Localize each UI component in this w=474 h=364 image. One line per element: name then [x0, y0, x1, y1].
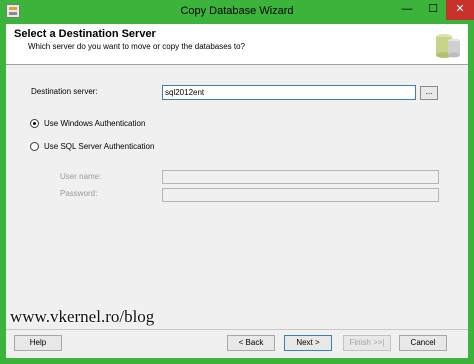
help-button[interactable]: Help: [14, 335, 62, 351]
back-button[interactable]: < Back: [227, 335, 275, 351]
next-button[interactable]: Next >: [284, 335, 332, 351]
password-label: Password:: [60, 189, 98, 198]
destination-server-input[interactable]: sql2012ent: [162, 85, 416, 100]
username-input[interactable]: [162, 170, 439, 184]
page-title: Select a Destination Server: [14, 28, 156, 40]
password-input[interactable]: [162, 188, 439, 202]
username-label: User name:: [60, 172, 102, 181]
footer-divider: [6, 329, 468, 330]
wizard-window: Copy Database Wizard — ☐ ✕ Select a Dest…: [0, 0, 474, 364]
minimize-button[interactable]: —: [394, 0, 420, 20]
cancel-button[interactable]: Cancel: [399, 335, 447, 351]
sql-auth-radio[interactable]: [30, 142, 39, 151]
windows-auth-radio[interactable]: [30, 119, 39, 128]
destination-server-label: Destination server:: [31, 87, 98, 96]
blog-watermark: www.vkernel.ro/blog: [10, 307, 155, 326]
database-cylinders-icon: [432, 27, 462, 61]
close-button[interactable]: ✕: [446, 0, 474, 20]
finish-button[interactable]: Finish >>|: [343, 335, 391, 351]
browse-servers-button[interactable]: ...: [420, 86, 438, 100]
page-header: Select a Destination Server Which server…: [6, 24, 468, 65]
title-bar[interactable]: Copy Database Wizard — ☐ ✕: [0, 0, 474, 24]
page-subtitle: Which server do you want to move or copy…: [28, 42, 246, 51]
windows-auth-label[interactable]: Use Windows Authentication: [44, 119, 145, 128]
maximize-button[interactable]: ☐: [420, 0, 446, 20]
sql-auth-label[interactable]: Use SQL Server Authentication: [44, 142, 154, 151]
dialog-client-area: Select a Destination Server Which server…: [6, 24, 468, 358]
